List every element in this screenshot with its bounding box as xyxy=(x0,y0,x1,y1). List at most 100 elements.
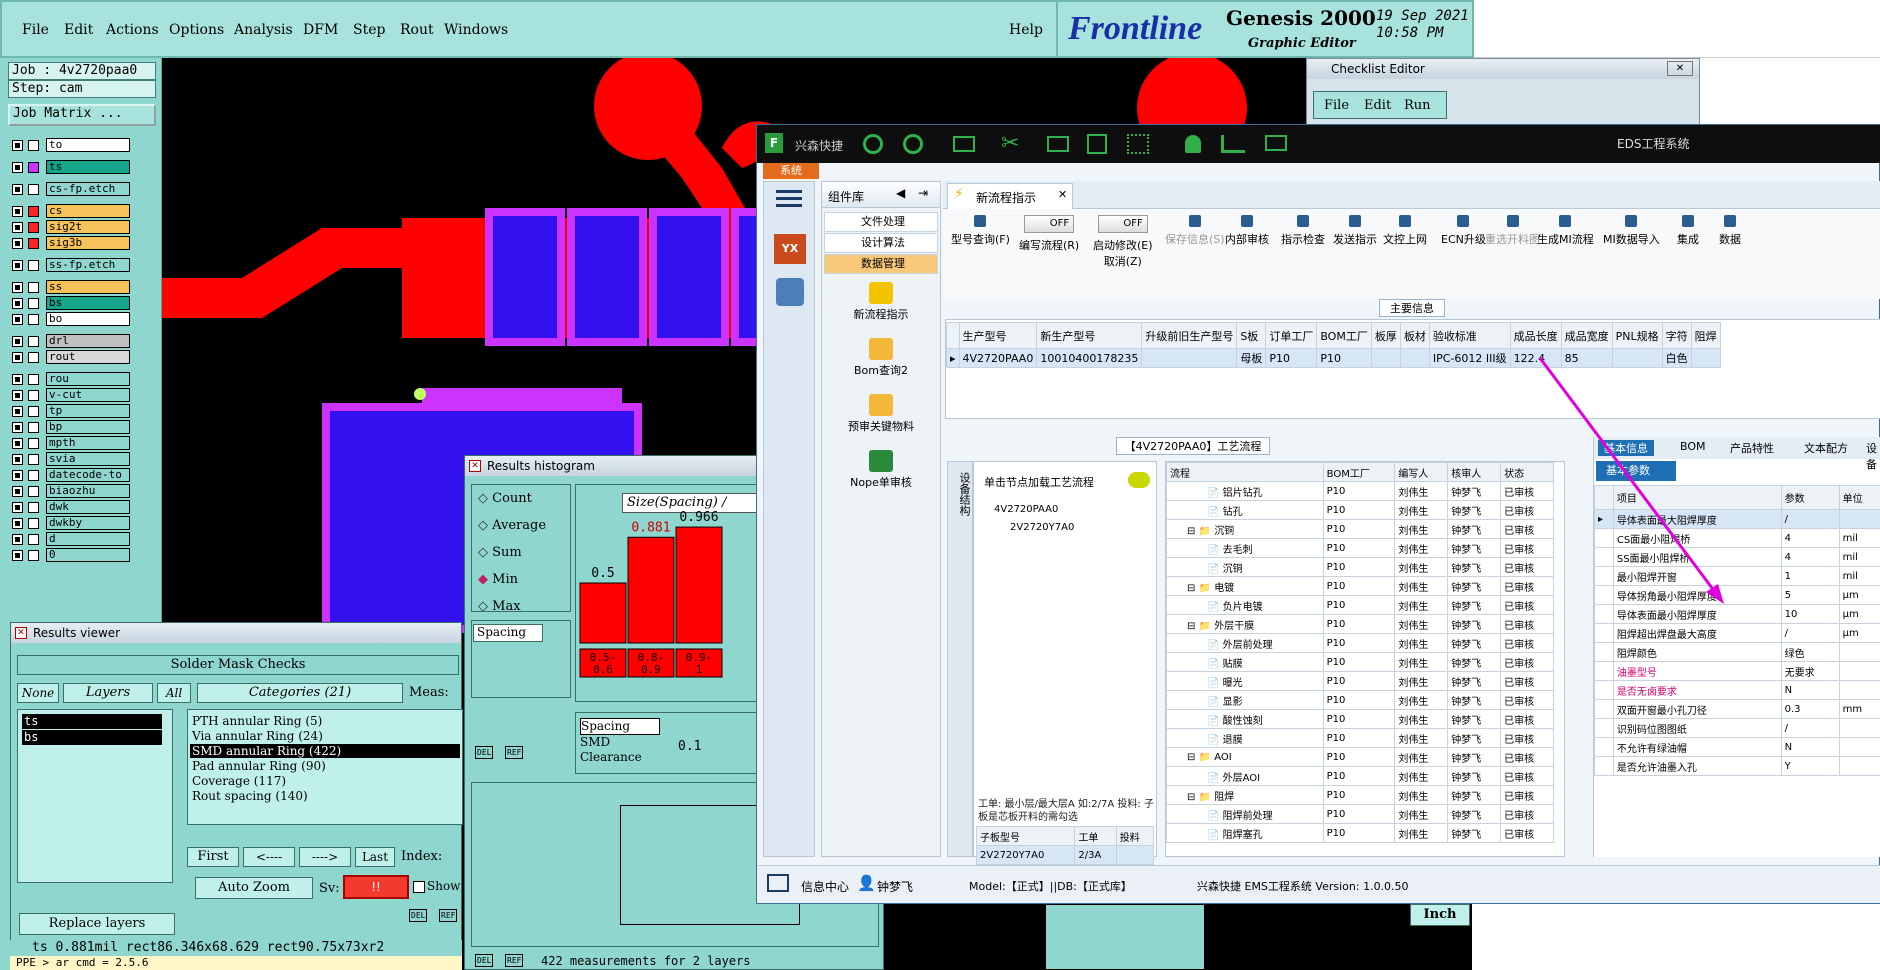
menu-options[interactable]: Options xyxy=(169,22,224,38)
layer-row-d[interactable]: d xyxy=(10,532,130,547)
table-row[interactable]: 📄 退膜 P10 刘伟生 钟梦飞 已审核 xyxy=(1166,728,1554,748)
lifebuoy-icon[interactable] xyxy=(903,134,923,154)
layer-color-swatch[interactable] xyxy=(28,406,39,417)
hamburger-icon[interactable] xyxy=(776,190,802,193)
hist-bar[interactable] xyxy=(579,582,627,644)
toolbar-button[interactable]: 发送指示 xyxy=(1333,215,1377,247)
hist-bar[interactable] xyxy=(675,526,723,644)
param-tab[interactable]: 产品特性 xyxy=(1730,440,1774,456)
close-icon[interactable]: ✕ xyxy=(469,460,481,472)
layer-name[interactable]: to xyxy=(46,138,130,152)
menu-rout[interactable]: Rout xyxy=(400,22,434,38)
del-button[interactable]: DEL xyxy=(475,746,494,759)
layer-row-svia[interactable]: svia xyxy=(10,452,130,467)
table-row[interactable]: 油墨型号 无要求 xyxy=(1594,661,1880,681)
layer-row-rou[interactable]: rou xyxy=(10,372,130,387)
layer-name[interactable]: d xyxy=(46,532,130,546)
table-row[interactable]: 📄 酸性蚀刻 P10 刘伟生 钟梦飞 已审核 xyxy=(1166,709,1554,729)
layer-color-swatch[interactable] xyxy=(28,454,39,465)
library-launcher[interactable]: 新流程指示 xyxy=(822,282,940,322)
layer-color-swatch[interactable] xyxy=(28,162,39,173)
library-item[interactable]: 文件处理 xyxy=(824,212,938,232)
table-row[interactable]: 📄 外层AOI P10 刘伟生 钟梦飞 已审核 xyxy=(1166,766,1554,786)
layer-color-swatch[interactable] xyxy=(28,550,39,561)
copy-icon[interactable] xyxy=(1087,134,1107,154)
layer-name[interactable]: ss-fp.etch xyxy=(46,258,130,272)
table-row[interactable]: ⊟ 📁 电镀 P10 刘伟生 钟梦飞 已审核 xyxy=(1166,576,1554,596)
layer-checkbox[interactable] xyxy=(12,336,23,347)
ref-button[interactable]: REF xyxy=(505,746,524,759)
category-item[interactable]: Via annular Ring (24) xyxy=(190,729,460,743)
table-row[interactable]: 是否无卤要求 N xyxy=(1594,680,1880,700)
toolbar-button[interactable]: OFF 编写流程(R) xyxy=(1019,215,1079,253)
layer-color-swatch[interactable] xyxy=(28,502,39,513)
user-icon[interactable] xyxy=(1185,135,1201,153)
layer-checkbox[interactable] xyxy=(12,282,23,293)
category-item[interactable]: Pad annular Ring (90) xyxy=(190,759,460,773)
first-button[interactable]: First xyxy=(187,847,239,867)
layer-row-0[interactable]: 0 xyxy=(10,548,130,563)
layer-color-swatch[interactable] xyxy=(28,260,39,271)
menu-actions[interactable]: Actions xyxy=(106,22,159,38)
layer-row-rout[interactable]: rout xyxy=(10,350,130,365)
table-row[interactable]: 📄 阻焊前处理 P10 刘伟生 钟梦飞 已审核 xyxy=(1166,804,1554,824)
menu-dfm[interactable]: DFM xyxy=(303,22,338,38)
layer-checkbox[interactable] xyxy=(12,518,23,529)
table-row[interactable]: 📄 去毛刺 P10 刘伟生 钟梦飞 已审核 xyxy=(1166,538,1554,558)
layer-name[interactable]: rou xyxy=(46,372,130,386)
menu-file[interactable]: File xyxy=(22,22,49,38)
checklist-menu-edit[interactable]: Edit xyxy=(1364,98,1391,113)
layer-row-v-cut[interactable]: v-cut xyxy=(10,388,130,403)
layer-checkbox[interactable] xyxy=(12,222,23,233)
calculator-icon[interactable] xyxy=(776,278,804,306)
table-row[interactable]: 📄 阻焊塞孔 P10 刘伟生 钟梦飞 已审核 xyxy=(1166,823,1554,843)
auto-zoom-dropdown[interactable]: Auto Zoom xyxy=(195,877,313,899)
prev-button[interactable]: <---- xyxy=(243,847,295,867)
collapse-left-icon[interactable]: ◀ xyxy=(896,186,905,200)
layer-row-cs[interactable]: cs xyxy=(10,204,130,219)
toolbar-button[interactable]: 文控上网 xyxy=(1383,215,1427,247)
comment-icon[interactable] xyxy=(1128,472,1150,488)
layer-checkbox[interactable] xyxy=(12,486,23,497)
tab-close-icon[interactable]: ✕ xyxy=(1058,188,1067,201)
job-matrix-button[interactable]: Job Matrix ... xyxy=(8,104,156,126)
next-button[interactable]: ----> xyxy=(299,847,351,867)
tab-new-flow[interactable]: ⚡ 新流程指示 ✕ xyxy=(947,183,1073,209)
film-icon[interactable] xyxy=(1047,136,1069,152)
hist-bar[interactable] xyxy=(627,536,675,644)
toolbar-button[interactable]: OFF 启动修改(E) 取消(Z) xyxy=(1093,215,1153,269)
toolbar-button[interactable]: 内部审核 xyxy=(1225,215,1269,247)
layer-color-swatch[interactable] xyxy=(28,184,39,195)
del-button-2[interactable]: DEL xyxy=(475,954,494,967)
library-launcher[interactable]: Nope单审核 xyxy=(822,450,940,490)
layer-checkbox[interactable] xyxy=(12,534,23,545)
table-row[interactable]: SS面最小阻焊桥 4 mil xyxy=(1594,547,1880,567)
basic-params-tab[interactable]: 基本参数 xyxy=(1596,461,1676,481)
table-row[interactable]: 流程 BOM工厂 编写人 核审人 状态 xyxy=(1166,462,1554,482)
units-dropdown[interactable]: Inch xyxy=(1410,904,1470,926)
checklist-menu-run[interactable]: Run xyxy=(1404,98,1431,113)
layer-name[interactable]: 0 xyxy=(46,548,130,562)
viewer-layer-bs[interactable]: bs xyxy=(22,730,162,745)
layer-row-dwk[interactable]: dwk xyxy=(10,500,130,515)
layer-color-swatch[interactable] xyxy=(28,140,39,151)
layer-row-tp[interactable]: tp xyxy=(10,404,130,419)
layer-name[interactable]: sig3b xyxy=(46,236,130,250)
viewer-layer-ts[interactable]: ts xyxy=(22,714,162,729)
layer-checkbox[interactable] xyxy=(12,390,23,401)
radio-icon[interactable]: ◇ xyxy=(478,599,492,614)
apps-icon[interactable] xyxy=(1127,134,1149,154)
layer-color-swatch[interactable] xyxy=(28,314,39,325)
layer-name[interactable]: v-cut xyxy=(46,388,130,402)
tree-node-child[interactable]: 2V2720Y7A0 xyxy=(1010,522,1074,533)
layer-color-swatch[interactable] xyxy=(28,438,39,449)
layer-checkbox[interactable] xyxy=(12,314,23,325)
layer-row-sig2t[interactable]: sig2t xyxy=(10,220,130,235)
layer-checkbox[interactable] xyxy=(12,162,23,173)
close-icon[interactable]: ✕ xyxy=(1667,61,1693,76)
table-row[interactable]: ▸ 导体表面最大阻焊厚度 / xyxy=(1594,509,1880,529)
layer-color-swatch[interactable] xyxy=(28,238,39,249)
layer-row-biaozhu[interactable]: biaozhu xyxy=(10,484,130,499)
categories-button[interactable]: Categories (21) xyxy=(197,683,403,703)
layer-color-swatch[interactable] xyxy=(28,422,39,433)
